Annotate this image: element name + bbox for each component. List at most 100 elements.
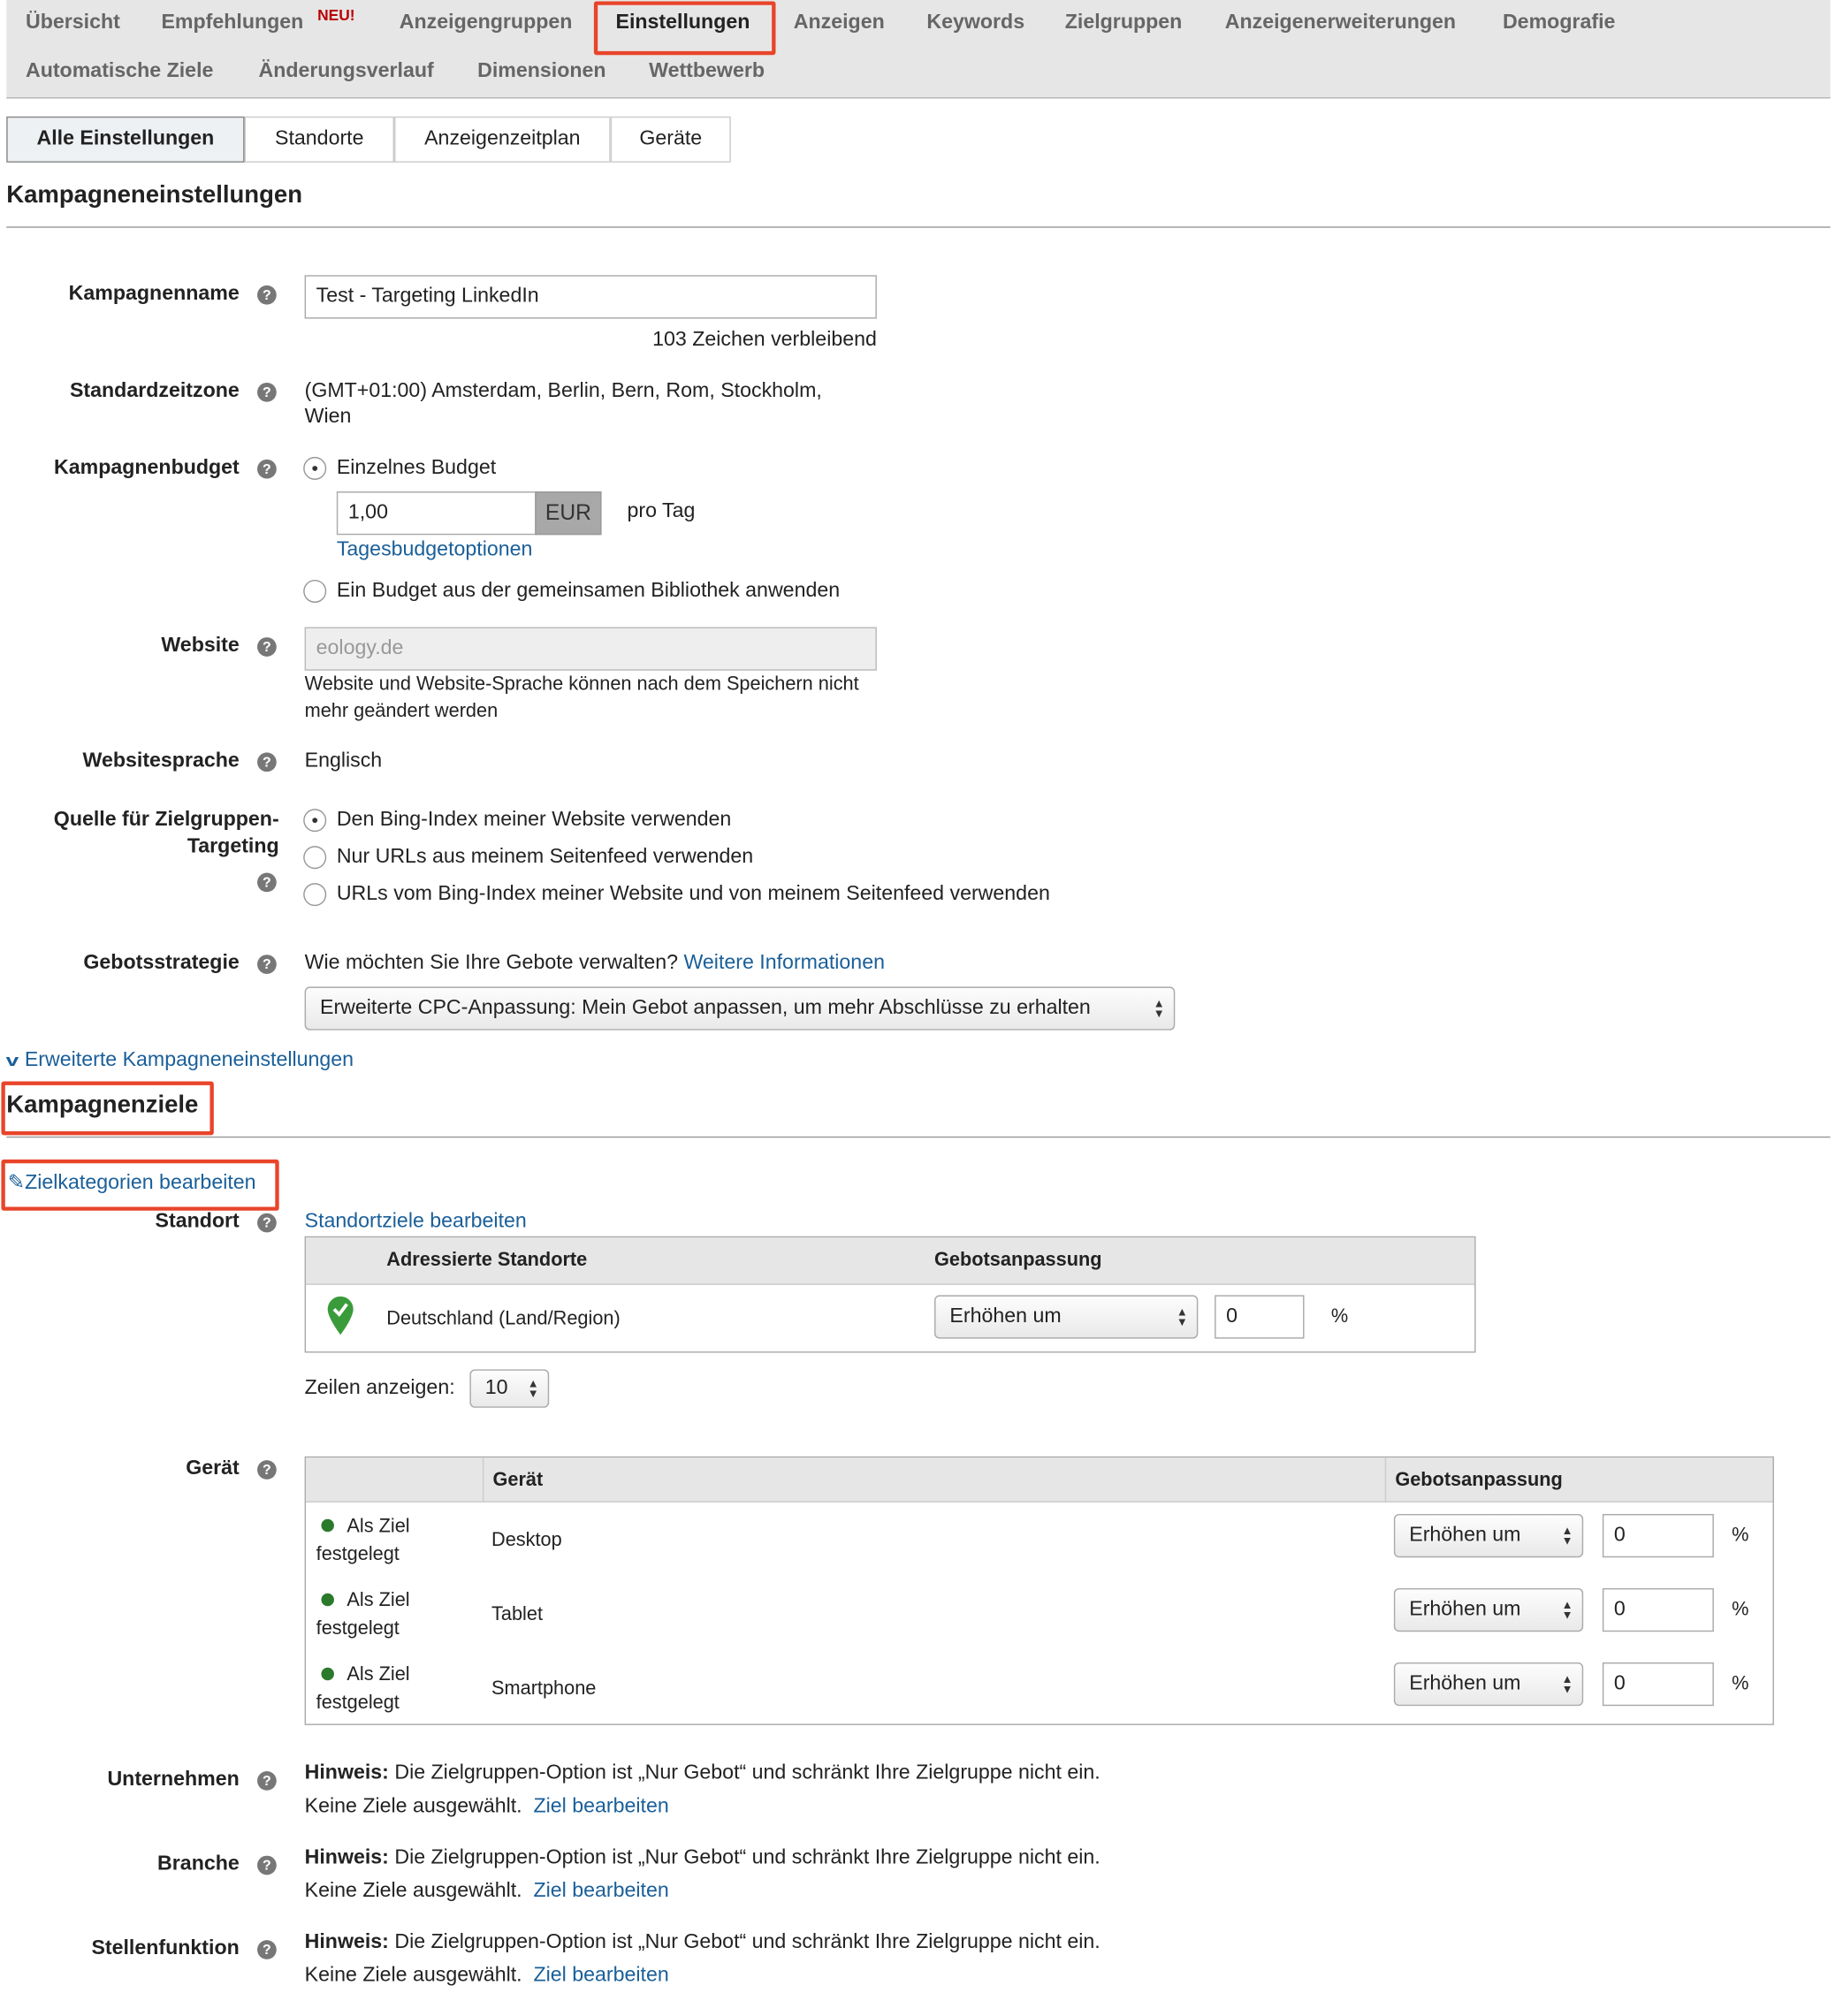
location-adjust-value: Erhöhen um [949,1305,1062,1328]
help-icon[interactable]: ? [257,382,277,402]
tab-all-settings[interactable]: Alle Einstellungen [6,116,245,163]
label-bid-strategy: Gebotsstrategie [83,952,240,974]
percent-sign: % [1732,1524,1749,1547]
label-targeting-source-line2: Targeting [187,835,279,858]
budget-amount-input[interactable]: 1,00 [336,491,537,536]
advanced-settings-link[interactable]: v Erweiterte Kampagneneinstellungen [5,1049,354,1072]
radio-bing-index-label: Den Bing-Index meiner Website verwenden [336,809,732,831]
website-note-line1: Website und Website-Sprache können nach … [304,673,859,696]
select-arrows-icon: ▲ ▼ [1561,1524,1573,1548]
no-targets-text: Keine Ziele ausgewählt. [304,1964,522,1987]
nav-keywords[interactable]: Keywords [926,11,1024,34]
select-arrows-icon: ▲ ▼ [1176,1305,1188,1329]
hint-label: Hinweis: [304,1931,389,1953]
label-campaign-name: Kampagnenname [68,283,240,305]
tab-devices[interactable]: Geräte [610,116,731,163]
help-icon[interactable]: ? [257,1855,277,1875]
highlight-campaign-targets [1,1081,214,1136]
device-adjust-select-smartphone[interactable]: Erhöhen um ▲ ▼ [1393,1662,1584,1707]
nav-ads[interactable]: Anzeigen [794,11,885,34]
radio-both-sources[interactable] [303,883,327,907]
targeted-status-dot [321,1593,334,1607]
col-header-locations: Adressierte Standorte [386,1249,588,1271]
edit-location-targets-link[interactable]: Standortziele bearbeiten [305,1211,527,1234]
help-icon[interactable]: ? [257,1213,277,1233]
bid-strategy-question-text: Wie möchten Sie Ihre Gebote verwalten? [304,952,679,974]
radio-bing-index[interactable] [303,809,327,833]
edit-company-target-link[interactable]: Ziel bearbeiten [533,1796,668,1818]
label-website-language: Websitesprache [82,749,240,772]
help-icon[interactable]: ? [257,752,277,772]
nav-overview[interactable]: Übersicht [26,11,120,34]
edit-job-function-target-link[interactable]: Ziel bearbeiten [533,1965,668,1987]
radio-single-budget-label: Einzelnes Budget [336,456,497,479]
help-icon[interactable]: ? [257,459,277,479]
device-adjust-input-smartphone[interactable]: 0 [1602,1662,1714,1707]
radio-shared-budget[interactable] [303,579,327,604]
rows-per-page-select[interactable]: 10 ▲ ▼ [469,1369,550,1408]
percent-sign: % [1330,1305,1349,1328]
divider [6,226,1831,228]
location-adjust-select[interactable]: Erhöhen um ▲ ▼ [934,1295,1199,1339]
nav-recommendations[interactable]: Empfehlungen [161,11,303,34]
select-arrows-icon: ▲ ▼ [1153,996,1165,1021]
currency-badge: EUR [535,491,602,536]
radio-single-budget[interactable] [303,456,327,480]
targeted-status-dot [321,1518,334,1533]
select-arrows-icon: ▲ ▼ [1561,1598,1573,1622]
device-status-line2: festgelegt [316,1692,400,1714]
company-hint: Hinweis: Die Zielgruppen-Option ist „Nur… [305,1762,1100,1785]
website-note-line2: mehr geändert werden [304,700,499,722]
industry-hint: Hinweis: Die Zielgruppen-Option ist „Nur… [305,1846,1100,1869]
label-targeting-source-line1: Quelle für Zielgruppen- [53,809,279,831]
no-targets-text: Keine Ziele ausgewählt. [304,1880,522,1902]
device-adjust-input-tablet[interactable]: 0 [1602,1587,1714,1632]
help-icon[interactable]: ? [257,955,277,974]
help-icon[interactable]: ? [257,285,277,305]
rows-per-page-label: Zeilen anzeigen: [304,1377,455,1399]
daily-budget-options-link[interactable]: Tagesbudgetoptionen [337,539,533,562]
percent-sign: % [1732,1672,1749,1695]
timezone-line2: Wien [304,406,352,428]
chars-remaining: 103 Zeichen verbleibend [652,329,877,351]
nav-change-history[interactable]: Änderungsverlauf [258,60,433,83]
device-adjust-select-desktop[interactable]: Erhöhen um ▲ ▼ [1393,1513,1584,1558]
help-icon[interactable]: ? [257,1771,277,1791]
nav-dimensions[interactable]: Dimensionen [477,60,605,83]
label-company: Unternehmen [107,1769,240,1791]
nav-demographics[interactable]: Demografie [1503,11,1615,34]
device-name-smartphone: Smartphone [491,1677,597,1700]
device-adjust-input-desktop[interactable]: 0 [1602,1513,1714,1558]
chevron-down-icon: v [5,1050,19,1070]
label-website: Website [161,635,240,657]
nav-audiences[interactable]: Zielgruppen [1065,11,1183,34]
timezone-line1: (GMT+01:00) Amsterdam, Berlin, Bern, Rom… [304,380,822,402]
select-arrows-icon: ▲ ▼ [527,1377,539,1401]
col-header-device: Gerät [492,1469,544,1491]
tab-locations[interactable]: Standorte [244,116,394,163]
device-adjust-select-tablet[interactable]: Erhöhen um ▲ ▼ [1393,1587,1584,1632]
edit-industry-target-link[interactable]: Ziel bearbeiten [533,1880,668,1902]
help-icon[interactable]: ? [257,1460,277,1480]
hint-text: Die Zielgruppen-Option ist „Nur Gebot“ u… [388,1931,1100,1953]
bid-strategy-select[interactable]: Erweiterte CPC-Anpassung: Mein Gebot anp… [304,986,1176,1031]
nav-ad-extensions[interactable]: Anzeigenerweiterungen [1225,11,1456,34]
targeted-status-dot [321,1667,334,1681]
nav-competition[interactable]: Wettbewerb [649,60,765,83]
device-adjust-value: Erhöhen um [1409,1524,1521,1547]
help-icon[interactable]: ? [257,1940,277,1959]
location-adjust-input[interactable]: 0 [1215,1295,1305,1339]
help-icon[interactable]: ? [257,637,277,657]
nav-automated-targets[interactable]: Automatische Ziele [26,60,213,83]
tab-ad-schedule[interactable]: Anzeigenzeitplan [393,116,611,163]
bid-strategy-question: Wie möchten Sie Ihre Gebote verwalten? W… [305,952,885,975]
help-icon[interactable]: ? [257,872,277,893]
campaign-name-input[interactable]: Test - Targeting LinkedIn [304,275,877,319]
radio-page-feed[interactable] [303,846,327,870]
nav-ad-groups[interactable]: Anzeigengruppen [400,11,573,34]
device-adjust-value: Erhöhen um [1409,1672,1521,1695]
hint-label: Hinweis: [304,1846,389,1869]
bid-strategy-value: Erweiterte CPC-Anpassung: Mein Gebot anp… [320,996,1091,1019]
more-info-link[interactable]: Weitere Informationen [683,952,885,974]
new-badge: NEU! [317,6,355,25]
